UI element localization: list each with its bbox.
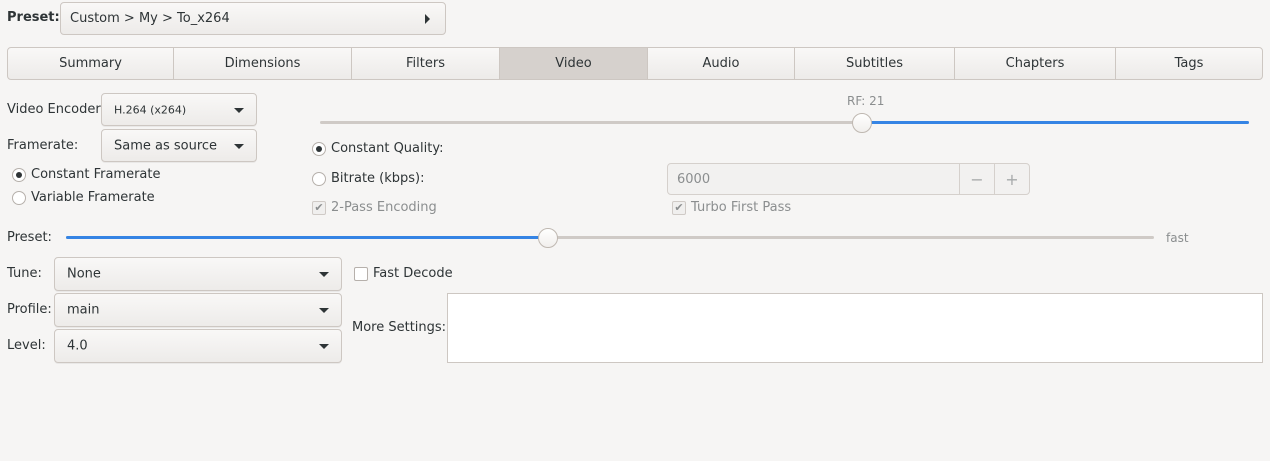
bitrate-decrement-button[interactable]: − [959,164,994,194]
framerate-value: Same as source [114,138,218,153]
tab-audio[interactable]: Audio [648,48,795,79]
tab-subtitles[interactable]: Subtitles [795,48,955,79]
encoder-preset-label: Preset: [7,230,52,245]
chevron-down-icon [319,308,329,313]
preset-selector-button[interactable]: Custom > My > To_x264 [60,2,446,35]
framerate-dropdown[interactable]: Same as source [101,129,257,162]
two-pass-label: 2-Pass Encoding [331,200,437,215]
rf-slider[interactable] [320,113,1249,133]
profile-dropdown[interactable]: main [54,293,342,327]
tune-value: None [67,266,101,282]
bitrate-increment-button[interactable]: + [994,164,1029,194]
video-encoder-label: Video Encoder: [7,102,105,117]
constant-quality-radio[interactable] [312,142,326,156]
chevron-down-icon [234,143,244,149]
level-label: Level: [7,338,46,353]
variable-framerate-radio[interactable] [12,191,26,205]
tab-video[interactable]: Video [500,48,648,79]
rf-slider-knob[interactable] [852,113,872,133]
more-settings-label: More Settings: [352,320,447,335]
tune-dropdown[interactable]: None [54,257,342,291]
encoder-preset-value: fast [1166,231,1189,245]
encoder-preset-slider[interactable] [66,228,1154,248]
constant-framerate-radio[interactable] [12,168,26,182]
bitrate-label: Bitrate (kbps): [331,171,425,186]
turbo-first-pass-label: Turbo First Pass [691,200,792,215]
triangle-right-icon [425,14,430,24]
fast-decode-label: Fast Decode [373,266,453,281]
framerate-label: Framerate: [7,138,79,153]
bitrate-value: 6000 [677,172,711,187]
tab-dimensions[interactable]: Dimensions [174,48,352,79]
two-pass-checkbox[interactable]: ✔ [312,201,326,215]
preset-value: Custom > My > To_x264 [70,11,230,26]
level-value: 4.0 [67,338,88,354]
more-settings-textarea[interactable] [447,293,1263,363]
rf-value-label: RF: 21 [847,94,885,108]
rf-slider-fill [862,121,1249,124]
chevron-down-icon [234,107,244,113]
video-encoder-dropdown[interactable]: H.264 (x264) [101,93,257,126]
tab-chapters[interactable]: Chapters [955,48,1116,79]
profile-value: main [67,302,100,318]
chevron-down-icon [319,344,329,349]
bitrate-radio[interactable] [312,172,326,186]
fast-decode-checkbox[interactable] [354,267,368,281]
tab-tags[interactable]: Tags [1116,48,1262,79]
constant-framerate-label: Constant Framerate [31,167,161,182]
encoder-preset-knob[interactable] [538,228,558,248]
chevron-down-icon [319,272,329,277]
tab-summary[interactable]: Summary [8,48,174,79]
constant-quality-label: Constant Quality: [331,141,444,156]
video-encoder-value: H.264 (x264) [114,103,187,116]
tab-filters[interactable]: Filters [352,48,500,79]
encoder-preset-fill [66,236,548,239]
turbo-first-pass-checkbox[interactable]: ✔ [672,201,686,215]
variable-framerate-label: Variable Framerate [31,190,155,205]
preset-label: Preset: [7,10,60,25]
level-dropdown[interactable]: 4.0 [54,329,342,363]
bitrate-spinbox[interactable]: 6000 − + [667,163,1030,195]
tab-bar: Summary Dimensions Filters Video Audio S… [7,47,1263,80]
tune-label: Tune: [7,266,42,281]
profile-label: Profile: [7,302,52,317]
